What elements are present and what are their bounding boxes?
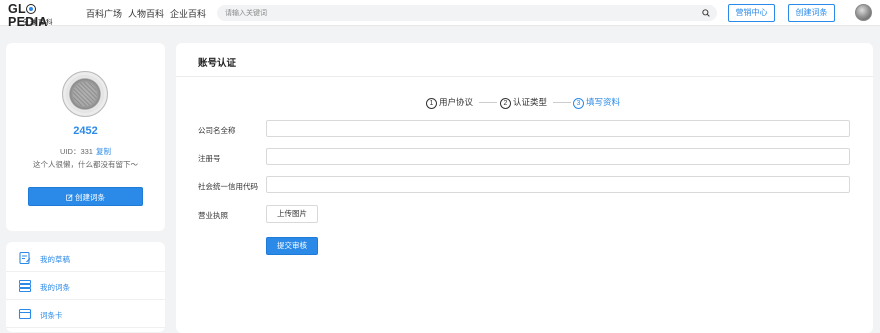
card-icon [18,308,32,320]
menu-label-entry-card: 词条卡 [40,311,63,320]
step-user-agreement: 1 用户协议 [426,96,474,109]
nav-company-encyclopedia[interactable]: 企业百科 [170,7,206,20]
side-menu: 我的草稿 我的词条 词条卡 [6,242,165,332]
profile-username: 2452 [73,125,98,137]
step-number: 2 [500,98,511,109]
entries-icon [19,280,31,292]
menu-item-entry-card[interactable]: 词条卡 [6,300,165,328]
search-bar [217,5,717,21]
page-title: 账号认证 [198,58,237,69]
menu-label-my-entries: 我的词条 [40,283,70,292]
step-connector [479,102,497,103]
step-label: 填写资料 [586,97,621,107]
nav-people-encyclopedia[interactable]: 人物百科 [128,7,164,20]
uid-label: UID： [60,147,81,156]
submit-review-button[interactable]: 提交审核 [266,237,318,255]
uid-value: 331 [80,147,93,156]
credit-code-input[interactable] [266,176,850,193]
profile-avatar [62,71,108,117]
step-verification-type: 2 认证类型 [500,96,548,109]
user-avatar[interactable] [855,4,872,21]
step-fill-info: 3 填写资料 [573,96,621,109]
logo-globe-icon [26,4,37,14]
menu-label-drafts: 我的草稿 [40,255,70,264]
upload-image-button[interactable]: 上传图片 [266,205,318,223]
uid-row: UID：331 复制 [6,146,165,157]
credit-code-label: 社会统一信用代码 [198,182,258,191]
step-number: 1 [426,98,437,109]
account-verification-panel: 账号认证 1 用户协议 2 认证类型 3 填写资料 公司名全称 注册号 社会统一信用代… [176,43,873,333]
header-create-entry-button[interactable]: 创建词条 [788,4,835,22]
step-number: 3 [573,98,584,109]
logo-subtitle: 全球百科 [22,19,54,26]
step-label: 认证类型 [513,97,548,107]
site-logo[interactable]: GLPEDIA 全球百科 [8,2,74,29]
top-header: GLPEDIA 全球百科 百科广场 人物百科 企业百科 营销中心 创建词条 [0,0,880,29]
menu-item-my-entries[interactable]: 我的词条 [6,272,165,300]
draft-icon [19,251,31,265]
registration-number-label: 注册号 [198,154,221,163]
create-entry-label: 创建词条 [75,193,105,202]
step-connector [553,102,571,103]
step-label: 用户协议 [439,97,474,107]
company-name-input[interactable] [266,120,850,137]
nav-encyclopedia-square[interactable]: 百科广场 [86,7,122,20]
logo-text-pre: GL [8,2,26,16]
profile-bio: 这个人很懒，什么都没有留下～ [33,160,138,169]
menu-item-drafts[interactable]: 我的草稿 [6,244,165,272]
edit-icon [66,194,73,201]
company-name-label: 公司名全称 [198,126,236,135]
marketing-center-button[interactable]: 营销中心 [728,4,775,22]
profile-card: 2452 UID：331 复制 这个人很懒，什么都没有留下～ 创建词条 [6,43,165,231]
title-divider [176,76,873,77]
create-entry-button[interactable]: 创建词条 [28,187,143,206]
registration-number-input[interactable] [266,148,850,165]
copy-uid-link[interactable]: 复制 [96,147,111,156]
search-input[interactable] [225,5,695,21]
search-icon[interactable] [702,9,710,17]
business-license-label: 营业执照 [198,211,228,220]
